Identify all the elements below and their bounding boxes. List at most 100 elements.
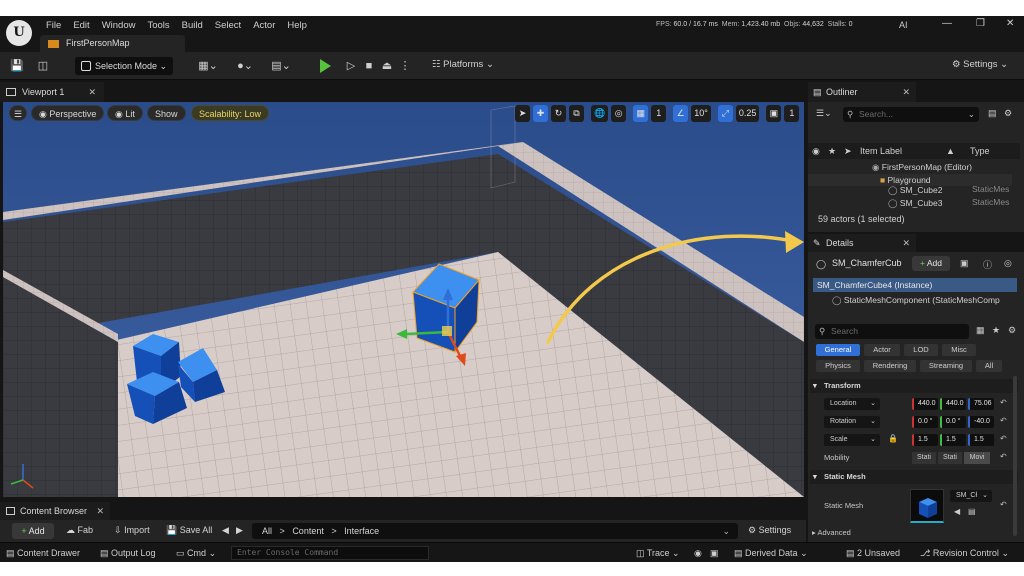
scale-tool-icon[interactable]: ⧉ xyxy=(569,105,584,122)
output-log-button[interactable]: ▤ Output Log xyxy=(100,548,156,559)
help-icon[interactable]: ⓘ xyxy=(983,258,992,271)
filter-all[interactable]: All xyxy=(976,360,1002,372)
content-drawer-button[interactable]: ▤ Content Drawer xyxy=(6,548,80,559)
reset-icon[interactable]: ↶ xyxy=(1000,452,1007,461)
list-item[interactable]: ◉ FirstPersonMap (Editor) xyxy=(808,161,1012,173)
stop-icon[interactable]: ■ xyxy=(362,59,376,73)
console-command-input[interactable]: Enter Console Command xyxy=(231,546,429,560)
rotation-snap-value[interactable]: 10° xyxy=(691,105,711,122)
menu-file[interactable]: File xyxy=(40,19,67,33)
menu-tools[interactable]: Tools xyxy=(141,19,175,33)
filter-physics[interactable]: Physics xyxy=(816,360,860,372)
rotation-x-field[interactable]: 0.0 ° xyxy=(912,416,938,428)
translate-tool-icon[interactable]: ✚ xyxy=(533,105,548,122)
close-window-icon[interactable]: ✕ xyxy=(1006,18,1014,29)
blueprint-icon[interactable]: ▣ xyxy=(960,258,969,269)
actor-name[interactable]: SM_ChamferCub xyxy=(832,258,902,268)
scale-y-field[interactable]: 1.5 xyxy=(940,434,966,446)
close-icon[interactable]: ✕ xyxy=(902,234,910,252)
star-icon[interactable]: ★ xyxy=(828,143,836,159)
menu-select[interactable]: Select xyxy=(209,19,247,33)
sort-up-icon[interactable]: ▲ xyxy=(946,143,955,159)
mobility-static[interactable]: Stati xyxy=(912,452,936,464)
mobility-movable[interactable]: Movi xyxy=(964,452,990,464)
rotation-z-field[interactable]: -40.0 xyxy=(968,416,994,428)
grid-view-icon[interactable]: ▦ xyxy=(976,325,985,336)
scale-z-field[interactable]: 1.5 xyxy=(968,434,994,446)
close-icon[interactable]: ✕ xyxy=(96,502,104,520)
chevron-down-icon[interactable]: ⌄ xyxy=(722,523,730,539)
eject-icon[interactable]: ⏏ xyxy=(380,59,394,73)
filter-actor[interactable]: Actor xyxy=(864,344,900,356)
scalability-button[interactable]: Scalability: Low xyxy=(191,105,270,121)
hamburger-icon[interactable]: ☰ xyxy=(9,105,28,121)
details-tab[interactable]: ✎ Details ✕ xyxy=(808,234,916,252)
platforms-dropdown[interactable]: ☷ Platforms ⌄ xyxy=(432,59,494,70)
details-scrollbar[interactable] xyxy=(1013,376,1017,536)
add-actor-icon[interactable]: ▦⌄ xyxy=(197,59,219,73)
path-segment-all[interactable]: All xyxy=(262,526,272,536)
location-z-field[interactable]: 75.06 xyxy=(968,398,994,410)
surface-snap-icon[interactable]: ◎ xyxy=(611,105,627,122)
camera-speed-icon[interactable]: ▣ xyxy=(766,105,782,122)
reset-icon[interactable]: ↶ xyxy=(1000,434,1007,443)
rotation-y-field[interactable]: 0.0 ° xyxy=(940,416,966,428)
level-tab[interactable]: FirstPersonMap xyxy=(40,35,185,52)
scale-snap-value[interactable]: 0.25 xyxy=(735,105,760,122)
camera-speed-value[interactable]: 1 xyxy=(784,105,800,122)
screenshot-icon[interactable]: ▣ xyxy=(710,548,719,559)
location-y-field[interactable]: 440.0 xyxy=(940,398,966,410)
menu-build[interactable]: Build xyxy=(176,19,209,33)
scale-dropdown[interactable]: Scale ⌄ xyxy=(824,434,880,446)
add-component-button[interactable]: + Add xyxy=(912,256,950,271)
reset-icon[interactable]: ↶ xyxy=(1000,398,1007,407)
cmd-dropdown[interactable]: ▭ Cmd ⌄ xyxy=(176,548,216,559)
scale-x-field[interactable]: 1.5 xyxy=(912,434,938,446)
select-tool-icon[interactable]: ➤ xyxy=(515,105,530,122)
content-path-breadcrumb[interactable]: All > Content > Interface ⌄ xyxy=(252,523,738,539)
revision-control-button[interactable]: ⎇ Revision Control ⌄ xyxy=(920,548,1009,559)
save-icon[interactable]: 💾 xyxy=(10,59,24,73)
step-icon[interactable]: ▷ xyxy=(344,59,358,73)
save-all-button[interactable]: 💾 Save All xyxy=(166,525,212,536)
star-icon[interactable]: ★ xyxy=(992,325,1000,336)
path-segment-interface[interactable]: Interface xyxy=(344,526,379,536)
level-viewport[interactable]: ☰ ◉ Perspective ◉ Lit Show Scalability: … xyxy=(3,102,804,497)
gear-icon[interactable]: ⚙ xyxy=(1004,108,1012,119)
filter-misc[interactable]: Misc xyxy=(942,344,976,356)
stop-trace-icon[interactable]: ◉ xyxy=(694,548,702,559)
selection-mode-dropdown[interactable]: Selection Mode ⌄ xyxy=(75,57,173,75)
filter-general[interactable]: General xyxy=(816,344,860,356)
add-folder-icon[interactable]: ▤ xyxy=(988,108,997,119)
outliner-search-input[interactable]: ⚲ Search... ⌄ xyxy=(843,107,979,122)
grid-snap-value[interactable]: 1 xyxy=(651,105,667,122)
cinematics-icon[interactable]: ▤⌄ xyxy=(270,59,292,73)
location-dropdown[interactable]: Location ⌄ xyxy=(824,398,880,410)
back-icon[interactable]: ◀ xyxy=(222,525,229,536)
rotation-dropdown[interactable]: Rotation ⌄ xyxy=(824,416,880,428)
minimize-icon[interactable]: — xyxy=(942,18,952,29)
world-space-icon[interactable]: 🌐 xyxy=(591,105,609,122)
eye-icon[interactable]: ◉ xyxy=(812,143,820,159)
filter-lod[interactable]: LOD xyxy=(904,344,938,356)
filter-streaming[interactable]: Streaming xyxy=(920,360,972,372)
add-button[interactable]: + Add xyxy=(12,523,54,539)
filter-icon[interactable]: ☰⌄ xyxy=(816,108,832,119)
pin-icon[interactable]: ➤ xyxy=(844,143,852,159)
reset-icon[interactable]: ↶ xyxy=(1000,416,1007,425)
settings-button[interactable]: ⚙ Settings ⌄ xyxy=(952,59,1008,70)
use-selected-icon[interactable]: ◀ xyxy=(954,507,960,516)
mobility-stationary[interactable]: Stati xyxy=(938,452,962,464)
static-mesh-section-header[interactable]: ▾ Static Mesh xyxy=(810,470,1018,484)
browse-icon[interactable]: ▤ xyxy=(968,507,976,516)
lock-icon[interactable]: 🔒 xyxy=(888,434,898,443)
details-search-input[interactable]: ⚲ Search xyxy=(815,324,969,339)
path-segment-content[interactable]: Content xyxy=(292,526,324,536)
unsaved-button[interactable]: ▤ 2 Unsaved xyxy=(846,548,900,559)
forward-icon[interactable]: ▶ xyxy=(236,525,243,536)
content-browser-tab[interactable]: Content Browser ✕ xyxy=(0,502,110,520)
static-mesh-thumbnail[interactable] xyxy=(910,489,944,523)
menu-window[interactable]: Window xyxy=(96,19,142,33)
play-icon[interactable] xyxy=(320,59,331,73)
lock-icon[interactable]: ◎ xyxy=(1004,258,1012,269)
